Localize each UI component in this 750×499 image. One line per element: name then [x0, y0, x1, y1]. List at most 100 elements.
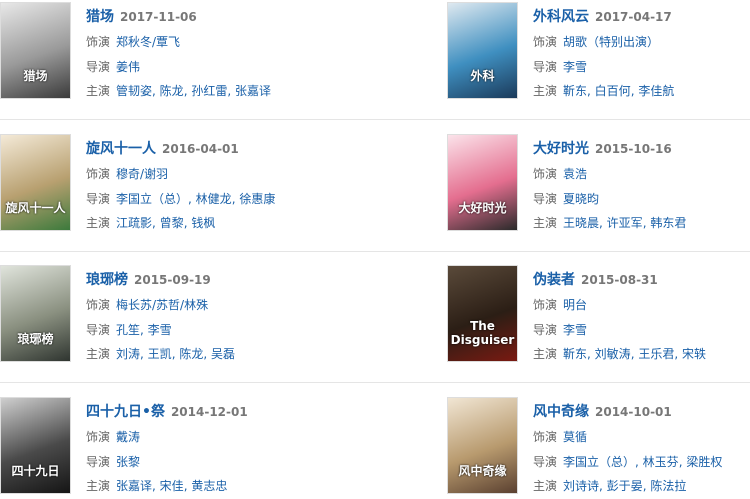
cast-link[interactable]: 彭于晏	[607, 479, 643, 493]
poster-image[interactable]: 旋风十一人	[0, 134, 71, 231]
role-link[interactable]: 穆奇/谢羽	[116, 167, 168, 181]
cast-link[interactable]: 刘诗诗	[563, 479, 599, 493]
cast-link[interactable]: 曾黎	[160, 216, 184, 230]
cast-row: 主演 张嘉译, 宋佳, 黄志忠	[86, 474, 316, 499]
cast-row: 主演 靳东, 白百何, 李佳航	[533, 79, 750, 104]
poster-image[interactable]: The Disguiser	[447, 265, 518, 362]
director-link[interactable]: 张黎	[116, 455, 140, 469]
row-divider	[0, 119, 750, 120]
release-date: 2017-11-06	[120, 10, 197, 24]
role-link[interactable]: 明台	[563, 298, 587, 312]
director-link[interactable]: 夏晓昀	[563, 192, 599, 206]
director-row: 导演 李国立（总）, 林健龙, 徐惠康	[86, 187, 316, 212]
cast-label: 主演	[533, 347, 558, 361]
director-row: 导演 李雪	[533, 318, 750, 343]
cast-link[interactable]: 陈法拉	[650, 479, 686, 493]
work-title-link[interactable]: 风中奇缘	[533, 404, 589, 420]
role-link[interactable]: 袁浩	[563, 167, 587, 181]
director-link[interactable]: 林健龙	[196, 192, 232, 206]
work-title-link[interactable]: 伪装者	[533, 272, 575, 288]
cast-label: 主演	[86, 479, 111, 493]
director-label: 导演	[533, 191, 558, 206]
separator: ,	[674, 347, 682, 361]
cast-link[interactable]: 白百何	[595, 84, 631, 98]
poster-image[interactable]: 风中奇缘	[447, 397, 518, 494]
cast-link[interactable]: 江疏影	[116, 216, 152, 230]
cast-link[interactable]: 王乐君	[638, 347, 674, 361]
cast-link[interactable]: 王晓晨	[563, 216, 599, 230]
director-row: 导演 张黎	[86, 450, 316, 475]
cast-row: 主演 靳东, 刘敏涛, 王乐君, 宋轶	[533, 342, 750, 367]
work-title-link[interactable]: 旋风十一人	[86, 141, 156, 157]
director-link[interactable]: 姜伟	[116, 60, 140, 74]
cast-link[interactable]: 宋轶	[682, 347, 706, 361]
cast-link[interactable]: 黄志忠	[191, 479, 227, 493]
cast-link[interactable]: 孙红雷	[191, 84, 227, 98]
role-label: 饰演	[533, 35, 558, 49]
cast-list: 刘诗诗, 彭于晏, 陈法拉	[563, 479, 686, 493]
cast-link[interactable]: 宋佳	[160, 479, 184, 493]
director-link[interactable]: 李国立（总）	[116, 192, 188, 206]
release-date: 2015-10-16	[595, 142, 672, 156]
separator: ,	[203, 347, 211, 361]
cast-link[interactable]: 管韧姿	[116, 84, 152, 98]
cast-link[interactable]: 韩东君	[650, 216, 686, 230]
work-info: 风中奇缘 2014-10-01 饰演 莫循 导演 李国立（总）, 林玉芬, 梁胜权 主演 刘诗…	[533, 397, 750, 499]
director-row: 导演 孔笙, 李雪	[86, 318, 316, 343]
poster-title-text: 大好时光	[458, 201, 507, 215]
role-link[interactable]: 胡歌（特别出演）	[563, 35, 659, 49]
role-link[interactable]: 莫循	[563, 430, 587, 444]
poster-title-text: The Disguiser	[450, 319, 515, 347]
work-title-link[interactable]: 四十九日•祭	[86, 404, 165, 420]
poster-image[interactable]: 外科	[447, 2, 518, 99]
work-title-link[interactable]: 琅琊榜	[86, 272, 128, 288]
separator: ,	[152, 84, 160, 98]
director-label: 导演	[86, 191, 111, 206]
role-label: 饰演	[533, 430, 558, 444]
cast-link[interactable]: 张嘉译	[235, 84, 271, 98]
director-link[interactable]: 李雪	[563, 323, 587, 337]
poster-image[interactable]: 大好时光	[447, 134, 518, 231]
cast-link[interactable]: 陈龙	[160, 84, 184, 98]
cast-link[interactable]: 靳东	[563, 84, 587, 98]
role-value: 郑秋冬/覃飞	[116, 35, 180, 49]
work-item: 风中奇缘 风中奇缘 2014-10-01 饰演 莫循 导演 李国立（总）, 林玉芬, 梁胜权…	[447, 397, 747, 497]
poster-image[interactable]: 猎场	[0, 2, 71, 99]
role-value: 明台	[563, 298, 587, 312]
cast-link[interactable]: 李佳航	[638, 84, 674, 98]
work-title-link[interactable]: 猎场	[86, 9, 114, 25]
director-row: 导演 李雪	[533, 55, 750, 80]
cast-link[interactable]: 王凯	[148, 347, 172, 361]
cast-link[interactable]: 陈龙	[179, 347, 203, 361]
cast-link[interactable]: 张嘉译	[116, 479, 152, 493]
director-row: 导演 姜伟	[86, 55, 316, 80]
work-title-link[interactable]: 大好时光	[533, 141, 589, 157]
separator: ,	[599, 216, 607, 230]
director-link[interactable]: 孔笙	[116, 323, 140, 337]
work-title-link[interactable]: 外科风云	[533, 9, 589, 25]
cast-link[interactable]: 靳东	[563, 347, 587, 361]
cast-link[interactable]: 刘涛	[116, 347, 140, 361]
role-row: 饰演 明台	[533, 293, 750, 318]
cast-link[interactable]: 刘敏涛	[595, 347, 631, 361]
poster-image[interactable]: 四十九日	[0, 397, 71, 494]
work-item: 猎场 猎场 2017-11-06 饰演 郑秋冬/覃飞 导演 姜伟 主演 管韧姿, 陈龙, 孙红雷…	[0, 2, 300, 102]
role-label: 饰演	[86, 167, 111, 181]
director-link[interactable]: 李国立（总）	[563, 455, 635, 469]
role-link[interactable]: 戴涛	[116, 430, 140, 444]
director-link[interactable]: 梁胜权	[686, 455, 722, 469]
cast-link[interactable]: 吴磊	[211, 347, 235, 361]
role-link[interactable]: 梅长苏/苏哲/林殊	[116, 298, 208, 312]
role-label: 饰演	[86, 430, 111, 444]
director-link[interactable]: 李雪	[563, 60, 587, 74]
poster-title-text: 琅琊榜	[17, 332, 54, 346]
cast-link[interactable]: 钱枫	[191, 216, 215, 230]
director-link[interactable]: 林玉芬	[643, 455, 679, 469]
role-link[interactable]: 郑秋冬/覃飞	[116, 35, 180, 49]
cast-link[interactable]: 许亚军	[607, 216, 643, 230]
separator: ,	[140, 347, 148, 361]
role-value: 莫循	[563, 430, 587, 444]
director-link[interactable]: 徐惠康	[239, 192, 275, 206]
poster-image[interactable]: 琅琊榜	[0, 265, 71, 362]
director-link[interactable]: 李雪	[148, 323, 172, 337]
